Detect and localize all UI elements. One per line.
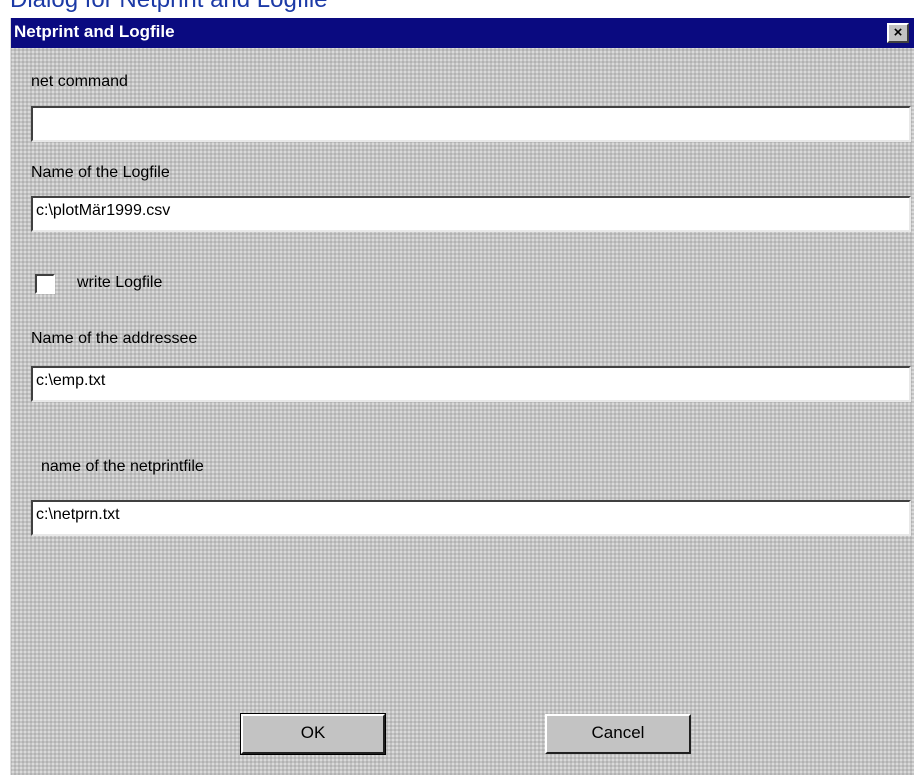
page-heading: Dialog for Netprint and Logfile [10,0,328,14]
net-command-input[interactable] [31,106,911,142]
close-button[interactable]: × [887,23,909,43]
ok-button[interactable]: OK [240,713,386,755]
write-logfile-label: write Logfile [77,274,163,291]
netprintfile-name-label: name of the netprintfile [41,458,204,475]
addressee-name-input[interactable]: c:\emp.txt [31,366,911,402]
cancel-button[interactable]: Cancel [545,714,691,754]
net-command-label: net command [31,73,128,90]
logfile-name-input[interactable]: c:\plotMär1999.csv [31,196,911,232]
titlebar: Netprint and Logfile × [11,18,914,48]
addressee-name-label: Name of the addressee [31,330,198,347]
close-icon: × [893,24,903,41]
write-logfile-checkbox[interactable] [35,274,55,294]
dialog-window: Netprint and Logfile × net command Name … [10,18,914,775]
logfile-name-label: Name of the Logfile [31,164,170,181]
netprintfile-name-input[interactable]: c:\netprn.txt [31,500,911,536]
dialog-title: Netprint and Logfile [14,22,175,41]
